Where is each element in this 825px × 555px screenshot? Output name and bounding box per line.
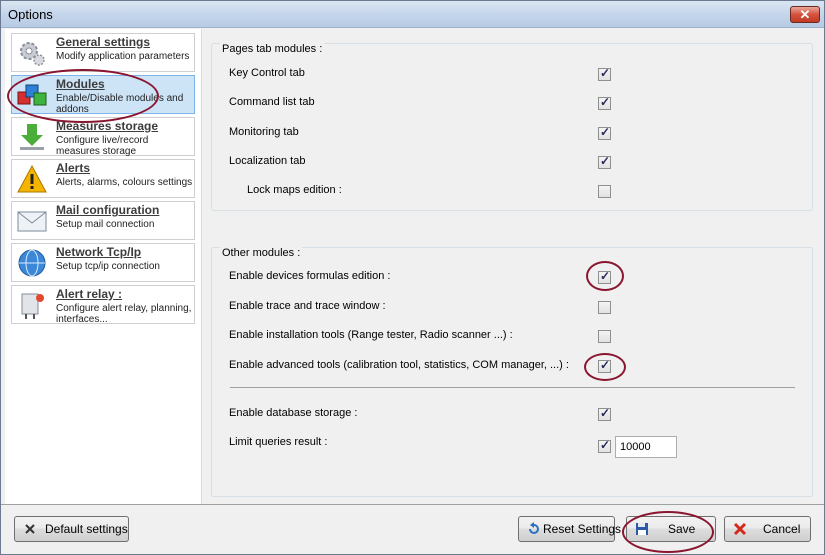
- options-dialog: Options ✕ General settings Modify applic…: [0, 0, 825, 555]
- sidebar-item-title: Mail configuration: [56, 203, 160, 217]
- sidebar-item-desc: Setup mail connection: [56, 219, 155, 230]
- globe-icon: [18, 249, 46, 277]
- sidebar-item-title: Modules: [56, 77, 105, 91]
- default-settings-label: Default settings: [45, 522, 128, 536]
- sidebar-item-desc: Enable/Disable modules and addons: [56, 93, 184, 114]
- sidebar-item-title: Alerts: [56, 161, 91, 175]
- database-storage-label: Enable database storage :: [229, 407, 358, 419]
- sidebar-item-alert-relay[interactable]: Alert relay : Configure alert relay, pla…: [11, 285, 195, 324]
- save-label: Save: [668, 522, 696, 536]
- close-button[interactable]: ✕: [790, 6, 820, 23]
- floppy-disk-icon: [636, 523, 648, 535]
- sidebar-item-title: Alert relay :: [56, 287, 123, 301]
- sidebar-item-general-settings[interactable]: General settings Modify application para…: [11, 33, 195, 72]
- lock-maps-checkbox[interactable]: [598, 185, 611, 198]
- other-modules-group: Other modules : Enable devices formulas …: [211, 247, 813, 497]
- modules-panel: Pages tab modules : Key Control tab Comm…: [203, 29, 822, 504]
- reset-icon: [529, 522, 539, 534]
- localization-checkbox[interactable]: [598, 154, 611, 169]
- sidebar-item-desc: Alerts, alarms, colours settings: [56, 177, 193, 188]
- cancel-icon: [733, 522, 747, 536]
- sidebar-item-desc: Setup tcp/ip connection: [56, 261, 160, 272]
- sidebar-item-title: General settings: [56, 35, 151, 49]
- sidebar-item-measures-storage[interactable]: Measures storage Configure live/record m…: [11, 117, 195, 156]
- relay-icon: [21, 293, 44, 319]
- installation-tools-checkbox[interactable]: [598, 330, 611, 343]
- lock-maps-label: Lock maps edition :: [247, 184, 342, 196]
- pages-tab-group: Pages tab modules : Key Control tab Comm…: [211, 43, 813, 211]
- limit-queries-label: Limit queries result :: [229, 436, 328, 448]
- title-bar: Options ✕: [1, 1, 824, 28]
- sidebar-item-alerts[interactable]: Alerts Alerts, alarms, colours settings: [11, 159, 195, 198]
- default-settings-button[interactable]: Default settings: [14, 516, 129, 542]
- gears-icon: [20, 42, 45, 66]
- command-list-label: Command list tab: [229, 96, 315, 108]
- formulas-edition-label: Enable devices formulas edition :: [229, 270, 391, 282]
- trace-window-label: Enable trace and trace window :: [229, 300, 386, 312]
- advanced-tools-label: Enable advanced tools (calibration tool,…: [229, 359, 569, 371]
- sidebar-item-desc: Configure live/record measures storage: [56, 135, 149, 156]
- window-title: Options: [8, 7, 53, 22]
- section-divider: [230, 387, 795, 388]
- group-title: Other modules :: [220, 247, 303, 259]
- reset-settings-label: Reset Settings: [543, 522, 622, 536]
- limit-queries-input[interactable]: [615, 436, 677, 458]
- command-list-checkbox[interactable]: [598, 95, 611, 110]
- key-control-label: Key Control tab: [229, 67, 305, 79]
- sidebar-item-desc: Modify application parameters: [56, 51, 190, 62]
- sidebar-item-title: Network Tcp/Ip: [56, 245, 142, 259]
- trace-window-checkbox[interactable]: [598, 301, 611, 314]
- warning-icon: [17, 164, 47, 193]
- sidebar-item-mail-configuration[interactable]: Mail configuration Setup mail connection: [11, 201, 195, 240]
- reset-settings-button[interactable]: Reset Settings: [518, 516, 621, 542]
- cancel-label: Cancel: [763, 522, 801, 536]
- sidebar-item-title: Measures storage: [56, 119, 159, 133]
- cancel-button[interactable]: Cancel: [724, 516, 811, 542]
- monitoring-checkbox[interactable]: [598, 125, 611, 140]
- key-control-checkbox[interactable]: [598, 66, 611, 81]
- footer: Default settings Reset Settings Save Can…: [1, 504, 824, 554]
- close-x-icon: [25, 524, 35, 534]
- mail-icon: [17, 211, 47, 232]
- download-icon: [20, 124, 44, 150]
- monitoring-label: Monitoring tab: [229, 126, 299, 138]
- formulas-edition-checkbox[interactable]: [598, 269, 611, 284]
- sidebar-item-desc: Configure alert relay, planning, interfa…: [56, 303, 192, 324]
- advanced-tools-checkbox[interactable]: [598, 358, 611, 373]
- installation-tools-label: Enable installation tools (Range tester,…: [229, 329, 513, 341]
- sidebar: General settings Modify application para…: [5, 29, 202, 504]
- modules-icon: [17, 84, 47, 106]
- sidebar-item-network[interactable]: Network Tcp/Ip Setup tcp/ip connection: [11, 243, 195, 282]
- localization-label: Localization tab: [229, 155, 306, 167]
- save-button[interactable]: Save: [626, 516, 716, 542]
- database-storage-checkbox[interactable]: [598, 406, 611, 421]
- sidebar-item-modules[interactable]: Modules Enable/Disable modules and addon…: [11, 75, 195, 114]
- limit-queries-checkbox[interactable]: [598, 438, 611, 453]
- group-title: Pages tab modules :: [220, 43, 325, 55]
